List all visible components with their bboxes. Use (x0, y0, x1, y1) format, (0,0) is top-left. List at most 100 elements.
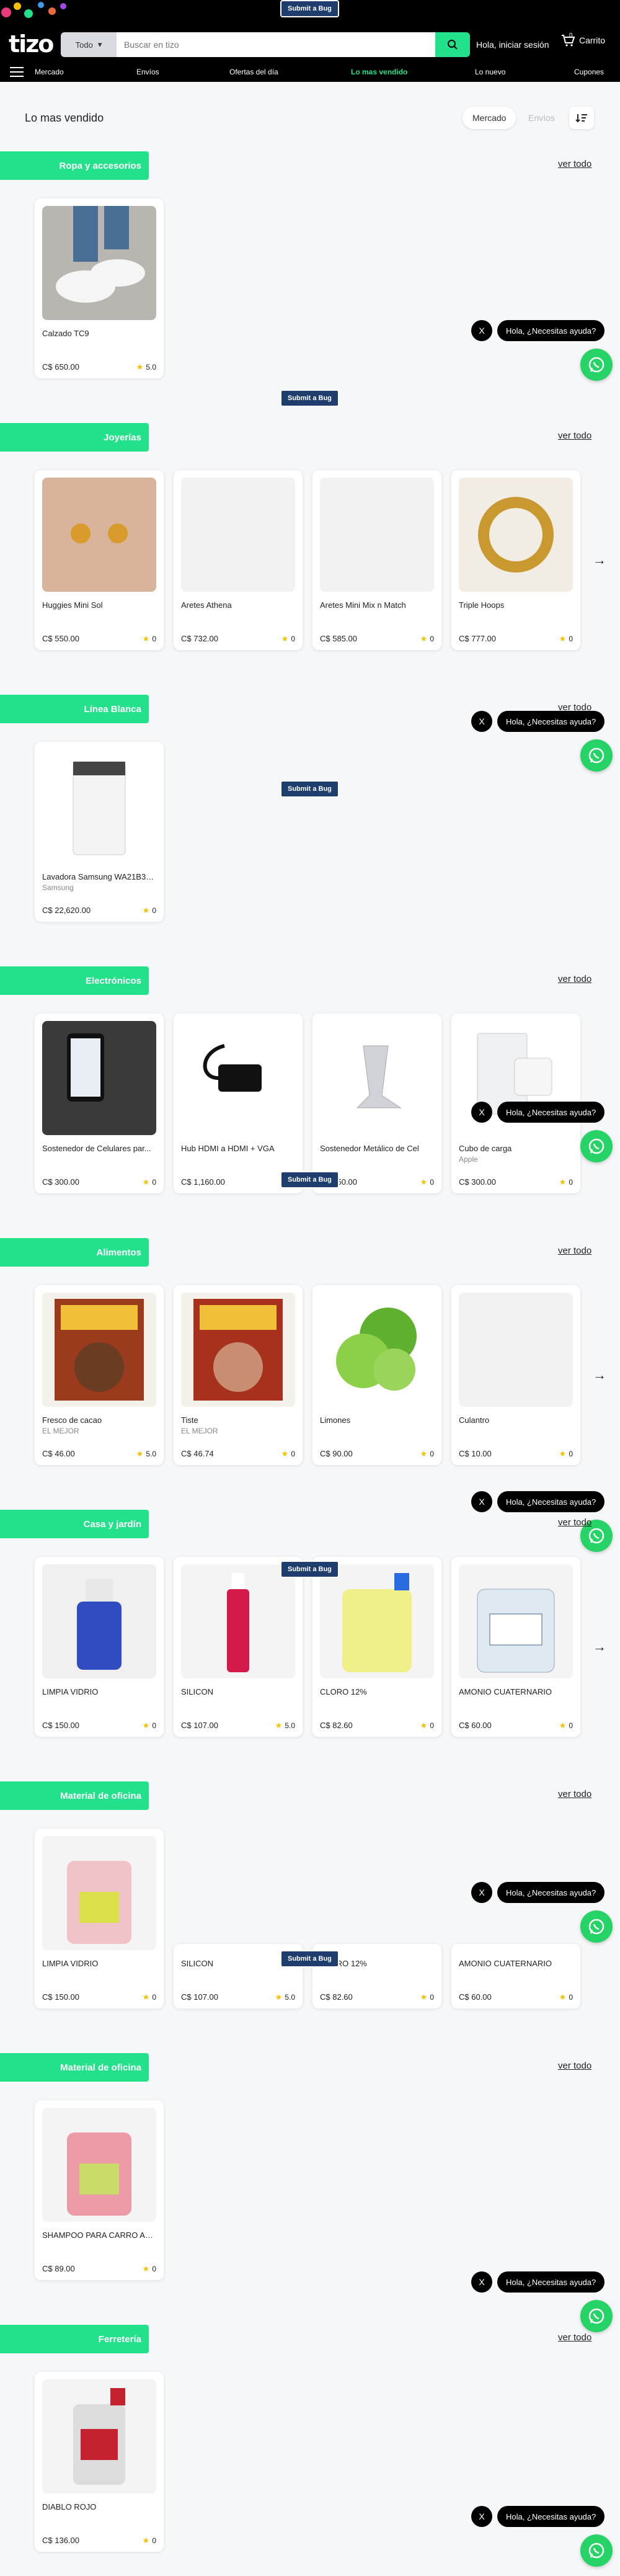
whatsapp-button[interactable] (580, 1910, 613, 1943)
nav-item-envios[interactable]: Envíos (136, 68, 159, 76)
star-icon: ★ (559, 1177, 567, 1187)
help-bubble[interactable]: Hola, ¿Necesitas ayuda? (497, 1491, 605, 1512)
product-card[interactable]: Sostenedor de Celulares par... C$ 300.00… (35, 1014, 164, 1193)
product-card[interactable]: SHAMPOO PARA CARRO AC... C$ 89.00 ★ 0 (35, 2100, 164, 2280)
see-all-link[interactable]: ver todo (558, 1789, 591, 1799)
product-card[interactable]: Aretes Athena C$ 732.00 ★ 0 (174, 470, 303, 650)
menu-icon[interactable] (10, 67, 24, 77)
submit-bug-button[interactable]: Submit a Bug (280, 390, 339, 407)
section-title-casa-jardin: Casa y jardín (0, 1510, 149, 1538)
product-image (320, 1564, 434, 1678)
submit-bug-button[interactable]: Submit a Bug (280, 1950, 339, 1968)
cart-button[interactable]: 0 Carrito (560, 32, 605, 47)
product-image (42, 206, 156, 320)
product-card[interactable]: Fresco de cacao EL MEJOR C$ 46.00 ★ 5.0 (35, 1285, 164, 1465)
signin-link[interactable]: Hola, iniciar sesión (476, 40, 549, 50)
product-card[interactable]: DIABLO ROJO C$ 136.00 ★ 0 (35, 2372, 164, 2552)
whatsapp-button[interactable] (580, 1130, 613, 1162)
product-card[interactable]: Calzado TC9 C$ 650.00 ★ 5.0 (35, 198, 164, 378)
product-card[interactable]: Tiste EL MEJOR C$ 46.74 ★ 0 (174, 1285, 303, 1465)
product-rating: ★0 (420, 1721, 434, 1730)
nav-item-ofertas[interactable]: Ofertas del día (229, 68, 278, 76)
arrow-right-icon[interactable]: → (593, 552, 606, 568)
search-input[interactable] (117, 32, 435, 57)
whatsapp-icon (588, 357, 604, 373)
help-bubble[interactable]: Hola, ¿Necesitas ayuda? (497, 2271, 605, 2293)
product-card[interactable]: SILICON C$ 107.00 ★ 5.0 (174, 1557, 303, 1737)
help-bubble[interactable]: Hola, ¿Necesitas ayuda? (497, 2506, 605, 2527)
product-name: CLORO 12% (320, 1687, 367, 1696)
help-bubble[interactable]: Hola, ¿Necesitas ayuda? (497, 711, 605, 732)
arrow-right-icon[interactable]: → (593, 1367, 606, 1383)
see-all-link[interactable]: ver todo (558, 159, 591, 169)
section-title-ropa: Ropa y accesorios (0, 151, 149, 180)
product-image (459, 1564, 573, 1678)
whatsapp-button[interactable] (580, 2534, 613, 2567)
see-all-link[interactable]: ver todo (558, 1246, 591, 1256)
product-card[interactable]: Culantro C$ 10.00 ★ 0 (451, 1285, 580, 1465)
submit-bug-button[interactable]: Submit a Bug (280, 1561, 339, 1578)
star-icon: ★ (559, 1992, 567, 2002)
product-name: Huggies Mini Sol (42, 600, 103, 610)
tizo-logo[interactable]: tizo (9, 32, 54, 56)
product-name: Aretes Mini Mix n Match (320, 600, 406, 610)
product-card[interactable]: Huggies Mini Sol C$ 550.00 ★ 0 (35, 470, 164, 650)
sort-button[interactable] (569, 107, 594, 129)
product-name: Lavadora Samsung WA21B355... (42, 872, 156, 881)
product-name: Tiste (181, 1415, 198, 1425)
product-price: C$ 300.00 (459, 1177, 496, 1187)
product-price: C$ 10.00 (459, 1449, 492, 1458)
see-all-link[interactable]: ver todo (558, 2061, 591, 2071)
search-category-select[interactable]: Todo ▾ (61, 32, 117, 57)
close-help-button[interactable]: X (471, 1102, 492, 1123)
product-image (181, 478, 295, 592)
product-image (320, 1021, 434, 1135)
see-all-link[interactable]: ver todo (558, 974, 591, 984)
product-card[interactable]: LIMPIA VIDRIO C$ 150.00 ★ 0 (35, 1829, 164, 2008)
product-card[interactable]: AMONIO CUATERNARIO C$ 60.00 ★ 0 (451, 1557, 580, 1737)
whatsapp-button[interactable] (580, 739, 613, 772)
product-price: C$ 60.00 (459, 1721, 492, 1730)
chevron-down-icon: ▾ (97, 40, 102, 49)
product-image (42, 2108, 156, 2222)
see-all-link[interactable]: ver todo (558, 2332, 591, 2343)
close-help-button[interactable]: X (471, 1491, 492, 1512)
product-card[interactable]: Sostenedor Metálico de Cel C$ 150.00 ★0 (312, 1014, 441, 1193)
nav-item-lo-nuevo[interactable]: Lo nuevo (475, 68, 505, 76)
close-help-button[interactable]: X (471, 2271, 492, 2293)
whatsapp-icon (588, 2543, 604, 2559)
arrow-right-icon[interactable]: → (593, 1639, 606, 1655)
search-button[interactable] (435, 32, 470, 57)
product-card[interactable]: CLORO 12% C$ 82.60 ★ 0 (312, 1557, 441, 1737)
star-icon: ★ (559, 1449, 567, 1458)
whatsapp-button[interactable] (580, 349, 613, 381)
filter-chip-envios[interactable]: Envíos (518, 107, 565, 129)
nav-item-lo-mas-vendido[interactable]: Lo mas vendido (351, 68, 407, 76)
product-card[interactable]: Hub HDMI a HDMI + VGA C$ 1,160.00 ★0 (174, 1014, 303, 1193)
help-widget: X Hola, ¿Necesitas ayuda? (471, 2506, 605, 2527)
product-card[interactable]: AMONIO CUATERNARIO C$ 60.00 ★ 0 (451, 1944, 580, 2008)
nav-item-cupones[interactable]: Cupones (574, 68, 604, 76)
help-bubble[interactable]: Hola, ¿Necesitas ayuda? (497, 1882, 605, 1903)
submit-bug-button[interactable]: Submit a Bug (280, 0, 339, 17)
help-bubble[interactable]: Hola, ¿Necesitas ayuda? (497, 320, 605, 341)
product-name: Calzado TC9 (42, 329, 89, 338)
close-help-button[interactable]: X (471, 1882, 492, 1903)
close-help-button[interactable]: X (471, 320, 492, 341)
close-help-button[interactable]: X (471, 711, 492, 732)
nav-item-mercado[interactable]: Mercado (35, 68, 64, 76)
filter-chip-mercado[interactable]: Mercado (463, 107, 516, 129)
whatsapp-button[interactable] (580, 2300, 613, 2332)
close-help-button[interactable]: X (471, 2506, 492, 2527)
product-card[interactable]: Lavadora Samsung WA21B355... Samsung C$ … (35, 742, 164, 922)
see-all-link[interactable]: ver todo (558, 1517, 591, 1528)
product-card[interactable]: Triple Hoops C$ 777.00 ★ 0 (451, 470, 580, 650)
see-all-link[interactable]: ver todo (558, 430, 591, 441)
product-card[interactable]: Aretes Mini Mix n Match C$ 585.00 ★ 0 (312, 470, 441, 650)
product-card[interactable]: Limones C$ 90.00 ★ 0 (312, 1285, 441, 1465)
product-rating: ★0 (142, 1177, 156, 1187)
submit-bug-button[interactable]: Submit a Bug (280, 1171, 339, 1188)
submit-bug-button[interactable]: Submit a Bug (280, 780, 339, 798)
help-bubble[interactable]: Hola, ¿Necesitas ayuda? (497, 1102, 605, 1123)
product-card[interactable]: LIMPIA VIDRIO C$ 150.00 ★ 0 (35, 1557, 164, 1737)
